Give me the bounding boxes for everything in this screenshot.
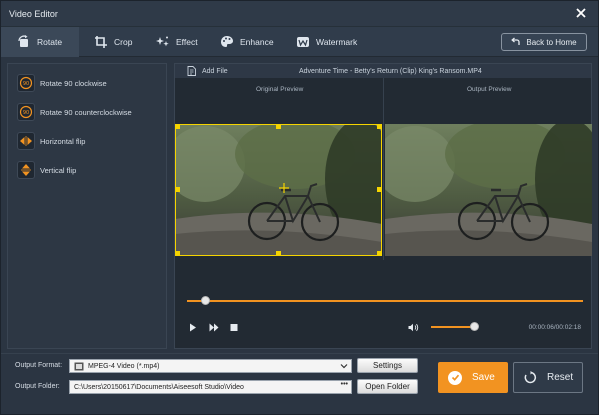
tab-label: Effect [176,37,198,47]
crop-handle[interactable] [377,124,382,129]
tab-watermark[interactable]: Watermark [296,27,357,57]
option-label: Rotate 90 counterclockwise [40,107,132,117]
output-folder-label: Output Folder: [15,383,60,390]
video-format-icon [74,362,84,370]
browse-button[interactable]: ••• [341,381,348,388]
volume-slider-handle[interactable] [470,322,479,331]
open-folder-button[interactable]: Open Folder [357,379,418,394]
video-editor-window: Video Editor Rotate Crop Effect Enhance … [0,0,599,415]
crop-handle[interactable] [175,187,180,192]
add-file-button[interactable]: Add File [175,66,285,76]
output-folder-field[interactable]: C:\Users\20150617\Documents\Aiseesoft St… [69,380,352,394]
output-settings-bar: Output Format: MPEG-4 Video (*.mp4) Sett… [1,353,598,414]
stop-icon[interactable] [230,323,238,332]
tab-label: Enhance [240,37,274,47]
check-icon [448,370,462,385]
option-label: Horizontal flip [40,136,86,146]
horizontal-flip-option[interactable]: Horizontal flip [17,130,85,152]
svg-text:90: 90 [23,81,29,87]
effect-icon [156,36,169,47]
tab-label: Rotate [37,37,63,47]
crop-handle[interactable] [175,251,180,256]
crop-handle[interactable] [377,187,382,192]
original-preview-label: Original Preview [256,86,304,93]
crop-icon [95,36,107,48]
rotate-counterclockwise-option[interactable]: 90 Rotate 90 counterclockwise [17,101,132,123]
volume-icon[interactable] [408,323,419,332]
tab-label: Watermark [316,37,358,47]
rotate-ccw-icon: 90 [17,103,35,121]
enhance-icon [221,36,233,47]
tab-rotate[interactable]: Rotate [1,27,79,57]
tab-bar: Rotate Crop Effect Enhance Watermark Bac… [1,27,598,57]
file-name: Adventure Time - Betty's Return (Clip) K… [299,67,482,75]
settings-button[interactable]: Settings [357,358,418,373]
chevron-down-icon [340,364,348,369]
rotate-options-panel: 90 Rotate 90 clockwise 90 Rotate 90 coun… [7,63,167,349]
output-preview-label: Output Preview [467,86,512,93]
file-bar: Add File Adventure Time - Betty's Return… [175,64,591,78]
rotate-icon [18,35,28,47]
crop-handle[interactable] [276,124,281,129]
output-format-label: Output Format: [15,362,63,369]
option-label: Rotate 90 clockwise [40,78,107,88]
tab-label: Crop [114,37,133,47]
vertical-flip-option[interactable]: Vertical flip [17,159,76,181]
time-display: 00:00:06/00:02:18 [528,324,581,331]
reset-icon [524,371,537,384]
flip-vertical-icon [17,161,35,179]
window-title: Video Editor [9,8,58,19]
save-label: Save [472,372,495,383]
settings-label: Settings [373,361,402,370]
fast-forward-icon[interactable] [209,323,219,332]
crop-handle[interactable] [377,251,382,256]
flip-horizontal-icon [17,132,35,150]
title-bar: Video Editor [1,1,598,27]
reset-button[interactable]: Reset [513,362,583,393]
open-folder-label: Open Folder [365,382,410,391]
output-preview-frame [385,124,592,256]
tab-crop[interactable]: Crop [94,27,132,57]
crop-center-crosshair[interactable] [279,183,289,193]
close-icon[interactable] [576,8,586,18]
preview-area: Add File Adventure Time - Betty's Return… [174,63,592,349]
add-file-label: Add File [202,67,228,75]
back-to-home-label: Back to Home [526,37,577,47]
preview-divider [383,78,384,260]
bicycle-image [385,124,592,256]
tab-enhance[interactable]: Enhance [220,27,274,57]
timeline-track[interactable] [187,300,583,302]
original-preview-frame[interactable] [175,124,382,256]
timeline-handle[interactable] [201,296,210,305]
play-icon[interactable] [189,323,197,332]
output-format-value: MPEG-4 Video (*.mp4) [88,362,160,370]
output-folder-path: C:\Users\20150617\Documents\Aiseesoft St… [74,383,244,391]
rotate-clockwise-option[interactable]: 90 Rotate 90 clockwise [17,72,107,94]
add-file-icon [187,66,196,76]
option-label: Vertical flip [40,165,77,175]
rotate-cw-icon: 90 [17,74,35,92]
svg-text:90: 90 [23,110,29,116]
watermark-icon [297,37,309,47]
crop-handle[interactable] [276,251,281,256]
reset-label: Reset [547,372,574,383]
back-arrow-icon [511,37,521,45]
volume-slider-track[interactable] [431,326,475,328]
back-to-home-button[interactable]: Back to Home [501,33,587,51]
output-format-select[interactable]: MPEG-4 Video (*.mp4) [69,359,352,373]
save-button[interactable]: Save [438,362,508,393]
tab-effect[interactable]: Effect [156,27,198,57]
crop-handle[interactable] [175,124,180,129]
